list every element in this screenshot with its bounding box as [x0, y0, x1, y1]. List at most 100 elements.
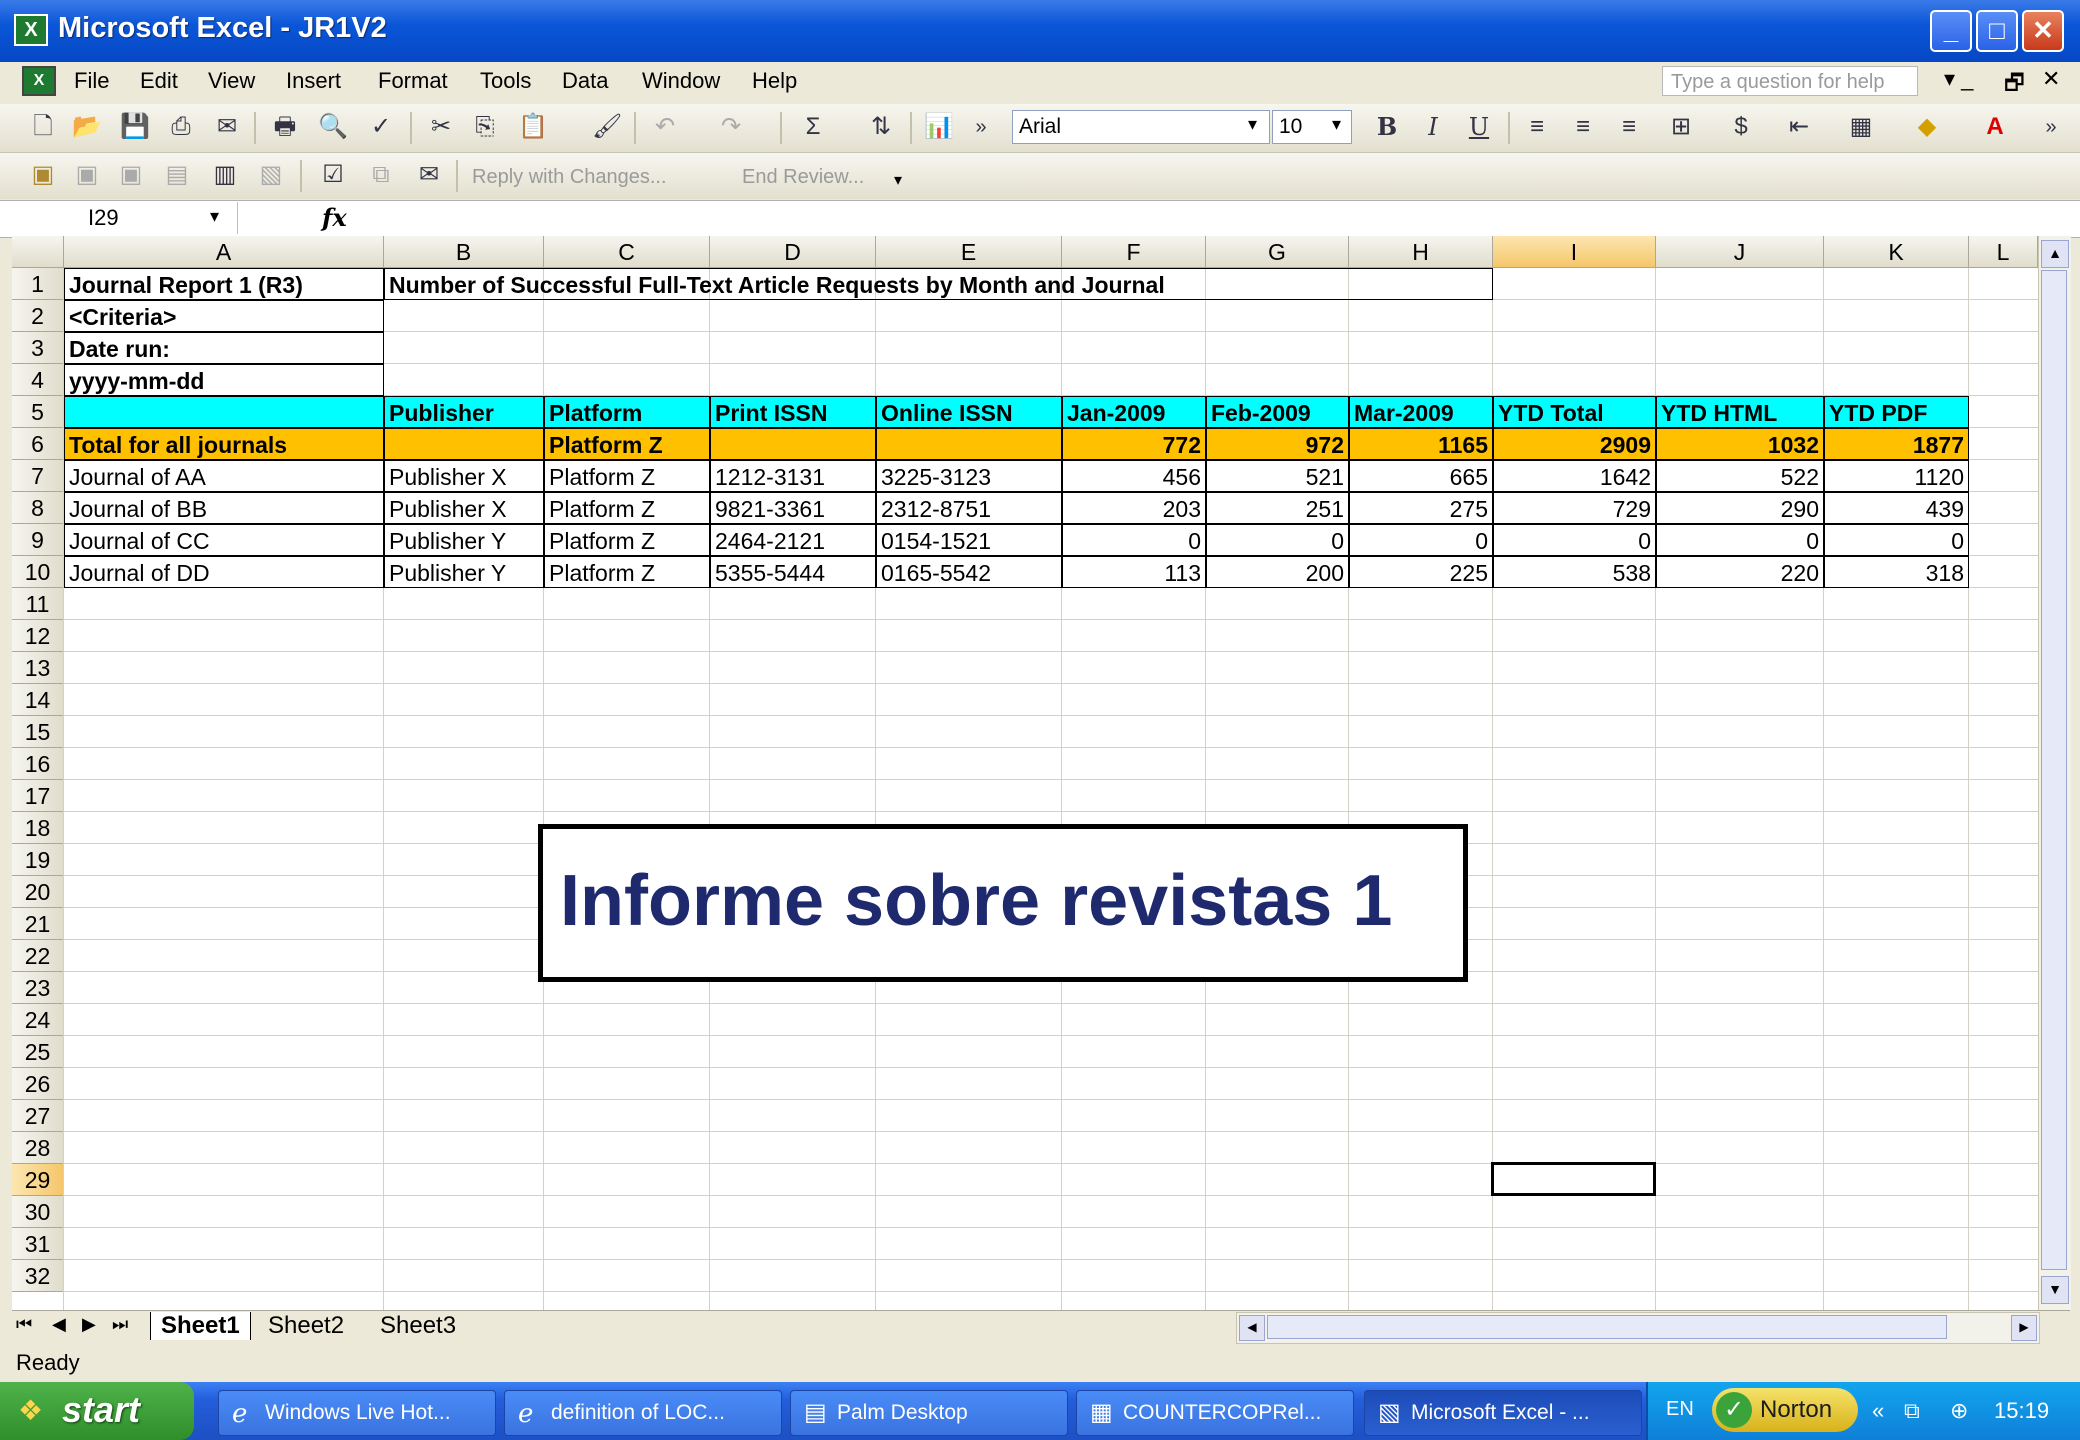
row-header-24[interactable]: 24: [12, 1004, 64, 1036]
column-title-cell[interactable]: Jan-2009: [1062, 396, 1206, 428]
row-header-14[interactable]: 14: [12, 684, 64, 716]
tray-expand-icon[interactable]: «: [1872, 1398, 1884, 1424]
row-header-12[interactable]: 12: [12, 620, 64, 652]
date-run-label-cell[interactable]: Date run:: [64, 332, 384, 364]
show-comment-icon[interactable]: ▤: [162, 160, 192, 190]
criteria-cell[interactable]: <Criteria>: [64, 300, 384, 332]
menu-file[interactable]: File: [74, 68, 109, 94]
chevron-down-icon[interactable]: ▾: [1248, 114, 1257, 135]
copy-icon[interactable]: ⎘: [470, 112, 500, 142]
workbook-icon[interactable]: X: [22, 66, 56, 96]
first-sheet-icon[interactable]: ⏮: [16, 1314, 32, 1335]
menu-window[interactable]: Window: [642, 68, 720, 94]
task-definition-loc[interactable]: definition of LOC...: [504, 1390, 782, 1436]
data-cell[interactable]: Publisher X: [384, 460, 544, 492]
total-row-cell[interactable]: 772: [1062, 428, 1206, 460]
row-header-28[interactable]: 28: [12, 1132, 64, 1164]
column-title-cell[interactable]: YTD Total: [1493, 396, 1656, 428]
doc-restore-button[interactable]: 🗗: [2004, 66, 2025, 104]
show-all-comments-icon[interactable]: ▥: [210, 160, 240, 190]
row-header-31[interactable]: 31: [12, 1228, 64, 1260]
last-sheet-icon[interactable]: ⏭: [112, 1314, 128, 1335]
data-cell[interactable]: 251: [1206, 492, 1349, 524]
column-title-cell[interactable]: Feb-2009: [1206, 396, 1349, 428]
track-changes-icon[interactable]: ☑: [318, 160, 348, 190]
column-title-cell[interactable]: Platform: [544, 396, 710, 428]
sheet-tab-sheet2[interactable]: Sheet2: [268, 1312, 344, 1340]
data-cell[interactable]: 0: [1656, 524, 1824, 556]
row-header-29[interactable]: 29: [12, 1164, 64, 1196]
data-cell[interactable]: Journal of AA: [64, 460, 384, 492]
name-box[interactable]: I29: [12, 202, 238, 234]
data-cell[interactable]: Journal of CC: [64, 524, 384, 556]
data-cell[interactable]: 0: [1824, 524, 1969, 556]
bold-icon[interactable]: B: [1372, 112, 1402, 142]
data-cell[interactable]: 220: [1656, 556, 1824, 588]
data-cell[interactable]: 0: [1062, 524, 1206, 556]
report-description-cell[interactable]: Number of Successful Full-Text Article R…: [384, 268, 1493, 300]
data-cell[interactable]: 522: [1656, 460, 1824, 492]
new-comment-icon[interactable]: ▣: [28, 160, 58, 190]
redo-icon[interactable]: ↷: [716, 112, 746, 142]
data-cell[interactable]: Journal of BB: [64, 492, 384, 524]
menu-insert[interactable]: Insert: [286, 68, 341, 94]
column-title-cell[interactable]: YTD PDF: [1824, 396, 1969, 428]
send-mail-icon[interactable]: ✉: [414, 160, 444, 190]
select-all-corner[interactable]: [12, 236, 64, 268]
scroll-down-icon[interactable]: ▼: [2041, 1276, 2069, 1304]
spreadsheet-grid[interactable]: A B C D E F G H I J K L 1 2 3 4 5 6 7 8 9 10 11 12 13 14 15 16 17 18 1…: [12, 236, 2038, 1310]
data-cell[interactable]: 1120: [1824, 460, 1969, 492]
decrease-indent-icon[interactable]: ⇤: [1784, 112, 1814, 142]
network-icon[interactable]: ⧉: [1904, 1398, 1920, 1424]
align-right-icon[interactable]: ≡: [1614, 112, 1644, 142]
total-row-cell[interactable]: 1165: [1349, 428, 1493, 460]
row-header-25[interactable]: 25: [12, 1036, 64, 1068]
previous-comment-icon[interactable]: ▣: [72, 160, 102, 190]
row-header-23[interactable]: 23: [12, 972, 64, 1004]
column-title-cell[interactable]: Mar-2009: [1349, 396, 1493, 428]
help-search-input[interactable]: Type a question for help: [1662, 66, 1918, 96]
column-header-d[interactable]: D: [710, 236, 876, 268]
row-header-5[interactable]: 5: [12, 396, 64, 428]
autosum-icon[interactable]: Σ: [798, 112, 828, 142]
font-color-icon[interactable]: A: [1980, 112, 2010, 142]
column-header-j[interactable]: J: [1656, 236, 1824, 268]
align-left-icon[interactable]: ≡: [1522, 112, 1552, 142]
next-sheet-icon[interactable]: ▶: [82, 1314, 96, 1335]
excel-app-icon[interactable]: X: [14, 14, 48, 46]
cut-icon[interactable]: ✂: [426, 112, 456, 142]
chart-wizard-icon[interactable]: 📊: [924, 112, 954, 142]
data-cell[interactable]: 2312-8751: [876, 492, 1062, 524]
borders-icon[interactable]: ▦: [1846, 112, 1876, 142]
doc-minimize-button[interactable]: ▾ _: [1944, 66, 1973, 92]
chevron-down-icon[interactable]: ▾: [210, 206, 219, 227]
data-cell[interactable]: 9821-3361: [710, 492, 876, 524]
task-countercop[interactable]: COUNTERCOPRel...: [1076, 1390, 1354, 1436]
data-cell[interactable]: Publisher X: [384, 492, 544, 524]
data-cell[interactable]: 5355-5444: [710, 556, 876, 588]
header-cell[interactable]: [64, 396, 384, 428]
total-row-cell[interactable]: [876, 428, 1062, 460]
data-cell[interactable]: 318: [1824, 556, 1969, 588]
data-cell[interactable]: 729: [1493, 492, 1656, 524]
data-cell[interactable]: Journal of DD: [64, 556, 384, 588]
row-header-4[interactable]: 4: [12, 364, 64, 396]
task-palm-desktop[interactable]: Palm Desktop: [790, 1390, 1068, 1436]
sort-ascending-icon[interactable]: ⇅: [866, 112, 896, 142]
data-cell[interactable]: 0165-5542: [876, 556, 1062, 588]
insert-function-icon[interactable]: fx: [322, 203, 347, 232]
row-header-7[interactable]: 7: [12, 460, 64, 492]
menu-view[interactable]: View: [208, 68, 255, 94]
row-header-20[interactable]: 20: [12, 876, 64, 908]
row-header-13[interactable]: 13: [12, 652, 64, 684]
menu-data[interactable]: Data: [562, 68, 608, 94]
next-comment-icon[interactable]: ▣: [116, 160, 146, 190]
report-title-cell[interactable]: Journal Report 1 (R3): [64, 268, 384, 300]
column-header-a[interactable]: A: [64, 236, 384, 268]
previous-sheet-icon[interactable]: ◀: [52, 1314, 66, 1335]
currency-icon[interactable]: $: [1726, 112, 1756, 142]
sheet-tab-sheet1[interactable]: Sheet1: [150, 1312, 251, 1340]
data-cell[interactable]: 439: [1824, 492, 1969, 524]
end-review-button[interactable]: End Review...: [742, 166, 864, 189]
language-indicator[interactable]: EN: [1666, 1398, 1694, 1421]
